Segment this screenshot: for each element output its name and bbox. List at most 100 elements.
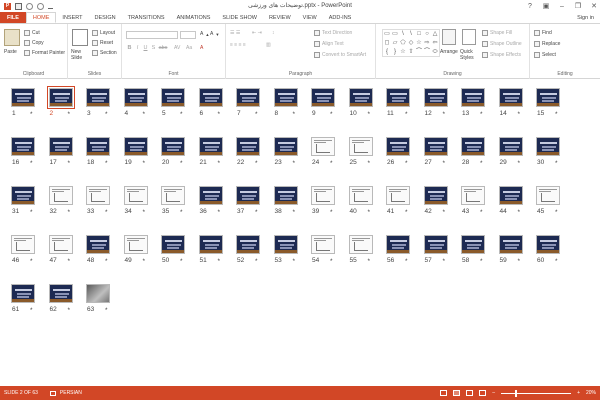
save-icon[interactable] <box>15 2 22 10</box>
transition-star-icon[interactable]: * <box>368 111 371 118</box>
tab-insert[interactable]: INSERT <box>56 12 88 23</box>
slide-thumbnail[interactable] <box>311 88 335 107</box>
slide-thumbnail[interactable] <box>423 137 448 156</box>
transition-star-icon[interactable]: * <box>293 209 296 216</box>
transition-star-icon[interactable]: * <box>105 160 108 167</box>
slide-thumbnail[interactable] <box>11 235 35 254</box>
transition-star-icon[interactable]: * <box>255 111 258 118</box>
line-spacing-icon[interactable]: ↕ <box>272 30 275 36</box>
transition-star-icon[interactable]: * <box>555 258 558 265</box>
slide-thumbnail[interactable] <box>348 137 373 156</box>
shape-item[interactable]: ⌒ <box>415 48 423 57</box>
slide-thumbnail[interactable] <box>311 235 335 254</box>
shape-item[interactable]: ⇧ <box>407 48 415 57</box>
grow-font-icon[interactable]: A ▲ <box>200 31 209 37</box>
close-button[interactable]: ✕ <box>590 2 598 10</box>
slide-thumbnail[interactable] <box>86 235 110 254</box>
shape-item[interactable]: ▭ <box>391 30 399 39</box>
arrange-button[interactable]: Arrange <box>440 49 458 55</box>
transition-star-icon[interactable]: * <box>105 209 108 216</box>
transition-star-icon[interactable]: * <box>68 258 71 265</box>
slide-thumbnail[interactable] <box>123 88 148 107</box>
shape-item[interactable]: ⬭ <box>431 48 439 57</box>
slide-thumbnail[interactable] <box>123 137 148 156</box>
indent-icon[interactable]: ⇤ ⇥ <box>252 30 262 36</box>
transition-star-icon[interactable]: * <box>293 111 296 118</box>
tab-home[interactable]: HOME <box>25 12 57 23</box>
slide-thumbnail[interactable] <box>11 88 35 107</box>
shape-item[interactable]: ▭ <box>383 30 391 39</box>
align-icons[interactable]: ≡ ≡ ≡ ≡ <box>230 42 246 48</box>
zoom-out-button[interactable]: – <box>492 390 495 396</box>
slide-thumbnail[interactable] <box>386 137 410 156</box>
shape-item[interactable]: } <box>391 48 399 57</box>
transition-star-icon[interactable]: * <box>180 258 183 265</box>
underline-button[interactable]: U <box>142 45 149 51</box>
transition-star-icon[interactable]: * <box>143 209 146 216</box>
slide-thumbnail[interactable] <box>198 235 223 254</box>
find-button[interactable]: Find <box>534 30 552 36</box>
transition-star-icon[interactable]: * <box>518 111 521 118</box>
slide-thumbnail[interactable] <box>423 186 448 205</box>
zoom-level[interactable]: 20% <box>586 390 596 396</box>
slide-thumbnail[interactable] <box>161 88 185 107</box>
slide-thumbnail[interactable] <box>536 137 560 156</box>
text-direction-button[interactable]: Text Direction <box>314 30 352 36</box>
shape-outline-button[interactable]: Shape Outline <box>482 41 522 47</box>
slide-thumbnail[interactable] <box>123 235 148 254</box>
transition-star-icon[interactable]: * <box>68 209 71 216</box>
transition-star-icon[interactable]: * <box>368 258 371 265</box>
slide-thumbnail[interactable] <box>273 186 298 205</box>
transition-star-icon[interactable]: * <box>405 209 408 216</box>
shape-item[interactable]: ⌒ <box>423 48 431 57</box>
slide-thumbnail[interactable] <box>198 186 223 205</box>
shape-item[interactable]: □ <box>415 30 423 39</box>
tab-add-ins[interactable]: ADD-INS <box>323 12 358 23</box>
slide-thumbnail[interactable] <box>86 284 110 303</box>
transition-star-icon[interactable]: * <box>68 307 71 314</box>
transition-star-icon[interactable]: * <box>555 160 558 167</box>
slideshow-view-icon[interactable] <box>479 390 487 396</box>
slide-thumbnail[interactable] <box>48 284 73 303</box>
sign-in-link[interactable]: Sign in <box>577 12 594 24</box>
transition-star-icon[interactable]: * <box>255 160 258 167</box>
slide-thumbnail[interactable] <box>386 235 410 254</box>
transition-star-icon[interactable]: * <box>330 111 333 118</box>
slide-thumbnail[interactable] <box>273 88 298 107</box>
language-status[interactable]: PERSIAN <box>60 390 82 396</box>
bold-button[interactable]: B <box>126 45 133 51</box>
paste-icon[interactable] <box>4 29 20 46</box>
slide-thumbnail[interactable] <box>236 235 260 254</box>
new-slide-icon[interactable] <box>72 29 88 46</box>
layout-button[interactable]: Layout <box>92 30 115 36</box>
transition-star-icon[interactable]: * <box>143 258 146 265</box>
slide-thumbnail[interactable] <box>498 88 523 107</box>
normal-view-icon[interactable] <box>440 390 448 396</box>
transition-star-icon[interactable]: * <box>330 258 333 265</box>
convert-smartart-button[interactable]: Convert to SmartArt <box>314 52 366 58</box>
arrange-icon[interactable] <box>442 29 456 45</box>
transition-star-icon[interactable]: * <box>30 307 33 314</box>
shape-item[interactable]: ▱ <box>391 39 399 48</box>
proofing-icon[interactable] <box>49 390 56 396</box>
tab-review[interactable]: REVIEW <box>263 12 297 23</box>
transition-star-icon[interactable]: * <box>180 111 183 118</box>
slide-sorter-view-icon[interactable] <box>453 390 461 396</box>
slide-thumbnail[interactable] <box>236 186 260 205</box>
transition-star-icon[interactable]: * <box>443 258 446 265</box>
tab-design[interactable]: DESIGN <box>89 12 122 23</box>
shape-item[interactable]: \ <box>407 30 415 39</box>
transition-star-icon[interactable]: * <box>405 258 408 265</box>
slide-thumbnail[interactable] <box>11 284 35 303</box>
transition-star-icon[interactable]: * <box>143 111 146 118</box>
shape-fill-button[interactable]: Shape Fill <box>482 30 512 36</box>
tab-view[interactable]: VIEW <box>297 12 323 23</box>
transition-star-icon[interactable]: * <box>30 111 33 118</box>
slide-thumbnail[interactable] <box>498 186 523 205</box>
slide-thumbnail[interactable] <box>48 235 73 254</box>
paste-button[interactable]: Paste <box>4 49 17 55</box>
reset-button[interactable]: Reset <box>92 40 113 46</box>
slide-thumbnail[interactable] <box>161 137 185 156</box>
tab-animations[interactable]: ANIMATIONS <box>171 12 217 23</box>
shapes-gallery[interactable]: ▭ ▭ \ \ □ ○ △ ◻ ▱ ⬠ ◇ ☆ ⇨ ⇦{} ☆ ⇧ ⌒ ⌒ ⬭ <box>382 29 440 57</box>
